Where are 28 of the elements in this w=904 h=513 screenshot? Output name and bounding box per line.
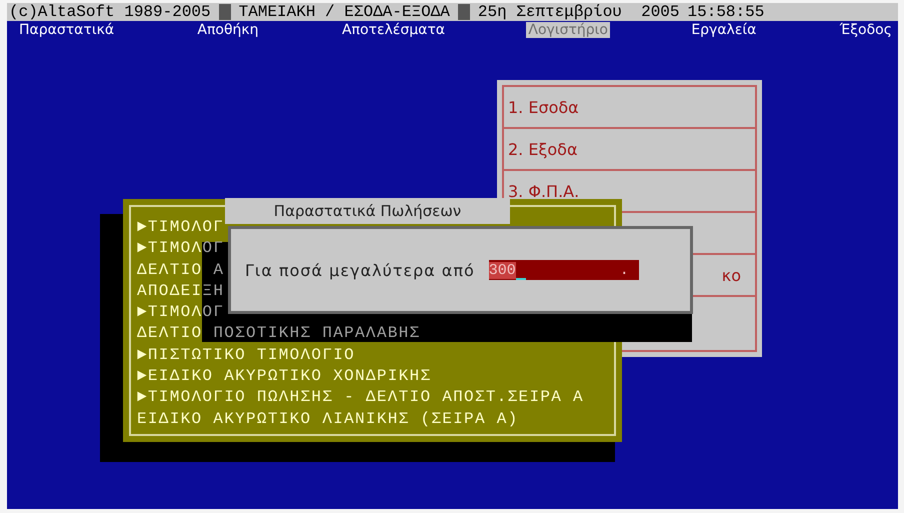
document-type-item[interactable]: ΑΠΟΔΕΙ ΞΗ <box>137 280 224 302</box>
module-title: ΤΑΜΕΙΑΚΗ / ΕΣΟΔΑ-ΕΞΟΔΑ <box>238 3 450 21</box>
copyright-text: (c)AltaSoft 1989-2005 <box>9 3 211 21</box>
date-text: 25η Σεπτεμβρίου 2005 <box>478 3 680 21</box>
amount-input[interactable]: 300 . <box>488 260 639 280</box>
menu-item[interactable]: Εργαλεία <box>689 22 758 38</box>
separator-block <box>458 4 470 20</box>
time-text: 15:58:55 <box>688 3 764 21</box>
document-type-item[interactable]: ►ΤΙΜΟΛΟΓΙΟ ΠΩΛΗΣΗΣ - ΔΕΛΤΙΟ ΑΠΟΣΤ.ΣΕΙΡΑ Α <box>137 387 584 409</box>
menu-item[interactable]: Έξοδος <box>838 22 894 38</box>
menu-item[interactable]: Παραστατικά <box>17 22 116 38</box>
prompt-label: Για ποσά μεγαλύτερα από <box>245 260 475 280</box>
separator-block <box>218 4 231 20</box>
document-type-item[interactable]: ►ΠΙΣΤΩΤΙΚΟ ΤΙΜΟΛΟΓΙΟ <box>137 344 356 366</box>
document-type-item[interactable]: ►ΤΙΜΟΛΟΓ <box>137 217 224 238</box>
menu-option[interactable]: 3. Φ.Π.Α. <box>508 182 580 200</box>
menu-item[interactable]: Αποθήκη <box>195 22 261 38</box>
document-type-item[interactable]: ΔΕΛΤΙΟ Α <box>137 260 224 281</box>
document-type-item[interactable]: ΕΙΔΙΚΟ ΑΚΥΡΩΤΙΚΟ ΛΙΑΝΙΚΗΣ (ΣΕΙΡΑ Α) <box>137 408 519 430</box>
menu-option[interactable]: 1. Εσοδα <box>508 98 579 116</box>
dialog-title: Παραστατικά Πωλήσεων <box>225 198 510 224</box>
document-type-item[interactable]: ►ΤΙΜΟΛΟΓ <box>137 238 224 260</box>
menu-option[interactable]: κο <box>722 266 741 284</box>
document-type-item[interactable]: ΔΕΛΤΙΟ ΠΟΣΟΤΙΚΗΣ ΠΑΡΑΛΑΒΗΣ <box>137 323 420 345</box>
document-type-item[interactable]: ►ΕΙΔΙΚΟ ΑΚΥΡΩΤΙΚΟ ΧΟΝΔΡΙΚΗΣ <box>137 366 432 388</box>
menu-option[interactable]: 2. Εξοδα <box>508 140 578 158</box>
document-type-item[interactable]: ►ΤΙΜΟΛΟΓ <box>137 302 224 324</box>
menu-item[interactable]: Αποτελέσματα <box>340 22 448 38</box>
